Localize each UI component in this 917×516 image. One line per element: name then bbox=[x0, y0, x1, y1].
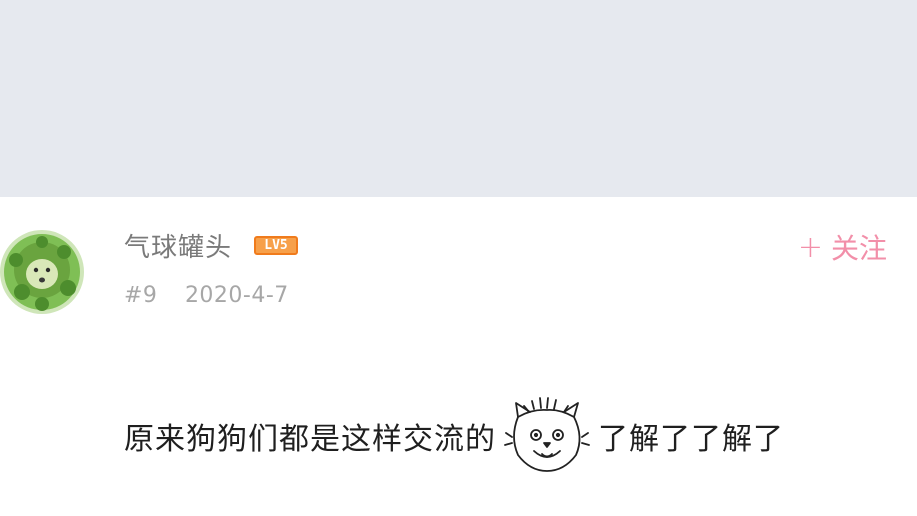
follow-button[interactable]: + 关注 bbox=[798, 227, 887, 267]
follow-label: 关注 bbox=[830, 232, 887, 265]
comment-text-part-1: 原来狗狗们都是这样交流的 bbox=[124, 422, 496, 457]
comment-text-part-2: 了解了了解了 bbox=[598, 422, 784, 457]
comment-text: 原来狗狗们都是这样交流的 了解了了解了 bbox=[124, 397, 784, 475]
username[interactable]: 气球罐头 bbox=[124, 227, 232, 264]
plus-icon: + bbox=[797, 229, 823, 265]
comment-card: 气球罐头 LV5 + 关注 #9 2020-4-7 原来狗狗们都是这样交流的 了… bbox=[0, 197, 917, 516]
avatar-image bbox=[0, 230, 84, 314]
cat-face-sticker-icon bbox=[504, 397, 590, 472]
top-gray-area bbox=[0, 0, 917, 197]
avatar[interactable] bbox=[0, 230, 84, 314]
comment-date: 2020-4-7 bbox=[184, 283, 289, 308]
floor-number: #9 bbox=[124, 283, 158, 308]
level-badge: LV5 bbox=[254, 236, 298, 255]
comment-meta: #9 2020-4-7 bbox=[124, 283, 289, 308]
